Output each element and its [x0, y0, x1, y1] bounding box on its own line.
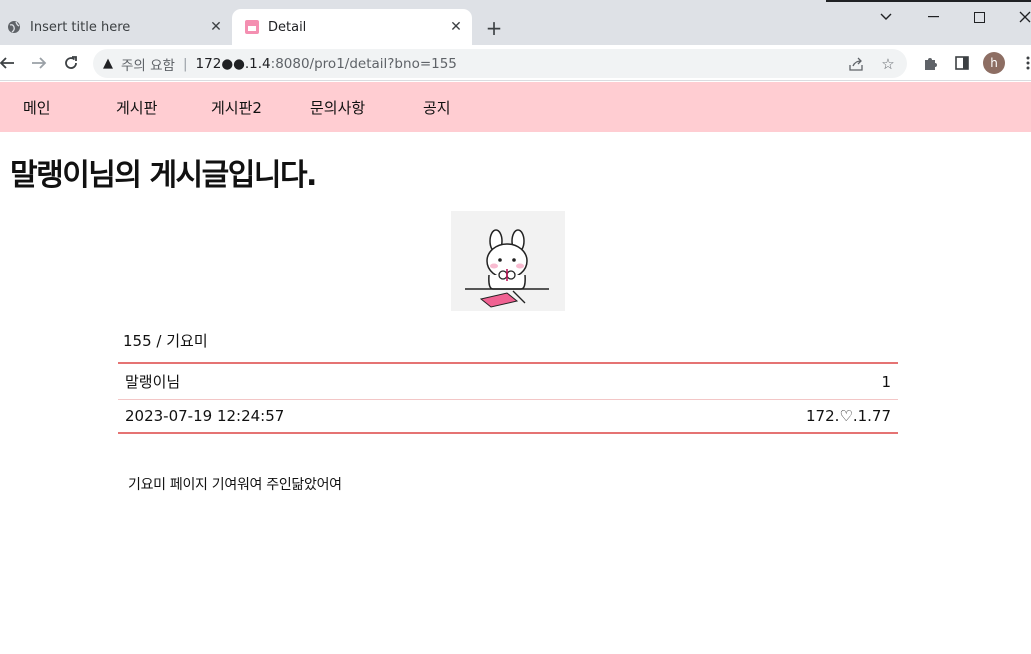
- close-icon[interactable]: ✕: [446, 17, 466, 37]
- separator: |: [182, 55, 188, 72]
- tab-search-chevron-icon[interactable]: [863, 0, 909, 34]
- view-count: 1: [881, 372, 891, 391]
- nav-link-inquiry[interactable]: 문의사항: [310, 97, 365, 118]
- post-datetime: 2023-07-19 12:24:57: [125, 407, 285, 425]
- tab-title: Insert title here: [30, 19, 131, 35]
- new-tab-button[interactable]: +: [483, 16, 505, 40]
- security-status: 주의 요함: [121, 57, 175, 74]
- tab-detail[interactable]: Detail ✕: [232, 9, 472, 45]
- post-info-table: 말랭이님 1 2023-07-19 12:24:57 172.♡.1.77: [118, 362, 898, 434]
- browser-toolbar: ▲ 주의 요함 | 172 ●● .1.4 :8080/pro1/detail?…: [0, 45, 1031, 81]
- tab-title: Detail: [268, 19, 307, 35]
- tab-insert-title[interactable]: Insert title here ✕: [0, 9, 232, 45]
- globe-icon: [6, 19, 22, 35]
- minimize-icon[interactable]: [910, 0, 956, 34]
- browser-tab-strip: Insert title here ✕ Detail ✕ +: [0, 0, 1031, 45]
- warning-icon[interactable]: ▲: [103, 56, 113, 71]
- address-bar[interactable]: ▲ 주의 요함 | 172 ●● .1.4 :8080/pro1/detail?…: [93, 49, 907, 78]
- back-arrow-icon[interactable]: [0, 50, 20, 76]
- page-title: 말랭이님의 게시글입니다.: [10, 158, 317, 193]
- url-host: 172: [195, 55, 222, 72]
- bookmark-star-icon[interactable]: ☆: [879, 55, 897, 73]
- close-window-icon[interactable]: [1002, 0, 1031, 34]
- url-redacted: ●●: [221, 55, 245, 72]
- author-name: 말랭이님: [125, 373, 181, 391]
- info-row-date: 2023-07-19 12:24:57 172.♡.1.77: [118, 400, 898, 432]
- nav-link-board[interactable]: 게시판: [116, 97, 157, 118]
- post-number-and-author: 155 / 기요미: [123, 332, 208, 350]
- share-icon[interactable]: [847, 55, 865, 73]
- forward-arrow-icon[interactable]: [26, 50, 52, 76]
- url-host-rest: .1.4: [244, 55, 271, 72]
- side-panel-icon[interactable]: [951, 52, 973, 74]
- close-icon[interactable]: ✕: [206, 17, 226, 37]
- pink-page-icon: [244, 19, 260, 35]
- more-menu-icon[interactable]: [1017, 52, 1031, 74]
- reload-icon[interactable]: [58, 50, 84, 76]
- url-path: :8080/pro1/detail?bno=155: [270, 55, 457, 72]
- post-content: 기요미 페이지 기여워여 주인닮았어여: [128, 477, 342, 493]
- nav-link-main[interactable]: 메인: [23, 97, 51, 118]
- post-image: [451, 211, 565, 311]
- profile-avatar[interactable]: h: [983, 52, 1005, 74]
- post-ip: 172.♡.1.77: [805, 407, 891, 425]
- info-row-author: 말랭이님 1: [118, 364, 898, 400]
- nav-link-notice[interactable]: 공지: [423, 97, 451, 118]
- maximize-icon[interactable]: [956, 0, 1002, 34]
- nav-link-board2[interactable]: 게시판2: [211, 97, 262, 118]
- site-nav: 메인 게시판 게시판2 문의사항 공지: [0, 82, 1031, 132]
- extensions-puzzle-icon[interactable]: [919, 52, 941, 74]
